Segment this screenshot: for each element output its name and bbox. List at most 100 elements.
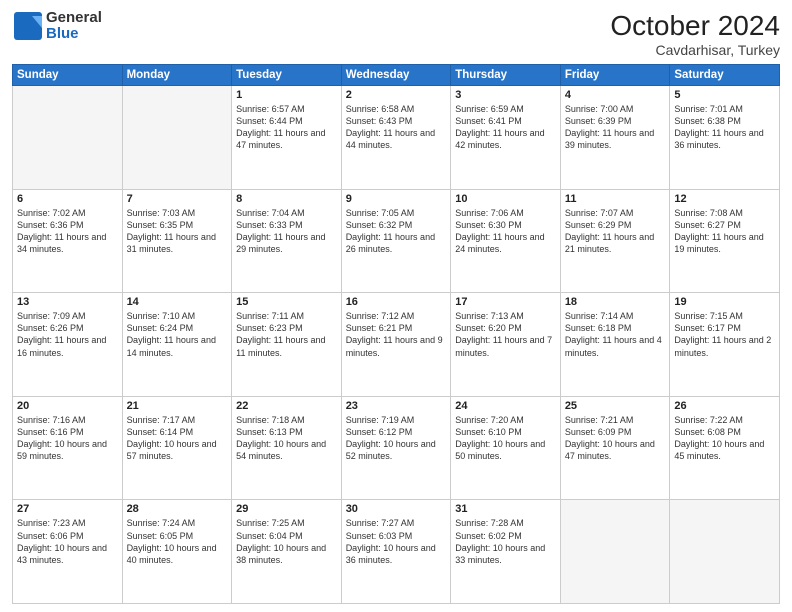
cell-text: Sunrise: 7:21 AMSunset: 6:09 PMDaylight:…: [565, 415, 655, 461]
logo-blue: Blue: [46, 26, 102, 42]
cell-text: Sunrise: 6:59 AMSunset: 6:41 PMDaylight:…: [455, 104, 544, 150]
day-number: 31: [455, 503, 556, 515]
day-number: 2: [346, 89, 447, 101]
cell-text: Sunrise: 7:11 AMSunset: 6:23 PMDaylight:…: [236, 311, 325, 357]
cell-text: Sunrise: 7:16 AMSunset: 6:16 PMDaylight:…: [17, 415, 107, 461]
table-row: 2 Sunrise: 6:58 AMSunset: 6:43 PMDaylight…: [341, 86, 451, 190]
table-row: 30 Sunrise: 7:27 AMSunset: 6:03 PMDayligh…: [341, 500, 451, 604]
table-row: 5Sunrise: 7:01 AMSunset: 6:38 PMDaylight…: [670, 86, 780, 190]
logo-icon: [12, 10, 44, 42]
day-number: 24: [455, 400, 556, 412]
header: General Blue October 2024 Cavdarhisar, T…: [12, 10, 780, 58]
header-wednesday: Wednesday: [341, 65, 451, 86]
table-row: 16 Sunrise: 7:12 AMSunset: 6:21 PMDayligh…: [341, 293, 451, 397]
cell-text: Sunrise: 6:57 AMSunset: 6:44 PMDaylight:…: [236, 104, 325, 150]
table-row: 19Sunrise: 7:15 AMSunset: 6:17 PMDayligh…: [670, 293, 780, 397]
calendar-week-row: 20 Sunrise: 7:16 AMSunset: 6:16 PMDayligh…: [13, 396, 780, 500]
header-sunday: Sunday: [13, 65, 123, 86]
main-container: General Blue October 2024 Cavdarhisar, T…: [0, 0, 792, 612]
title-block: October 2024 Cavdarhisar, Turkey: [610, 10, 780, 58]
day-number: 25: [565, 400, 666, 412]
table-row: 18 Sunrise: 7:14 AMSunset: 6:18 PMDayligh…: [560, 293, 670, 397]
cell-text: Sunrise: 7:18 AMSunset: 6:13 PMDaylight:…: [236, 415, 326, 461]
cell-text: Sunrise: 7:06 AMSunset: 6:30 PMDaylight:…: [455, 208, 544, 254]
cell-text: Sunrise: 7:04 AMSunset: 6:33 PMDaylight:…: [236, 208, 325, 254]
table-row: 28Sunrise: 7:24 AMSunset: 6:05 PMDayligh…: [122, 500, 232, 604]
cell-text: Sunrise: 7:07 AMSunset: 6:29 PMDaylight:…: [565, 208, 654, 254]
day-number: 3: [455, 89, 556, 101]
table-row: 20 Sunrise: 7:16 AMSunset: 6:16 PMDayligh…: [13, 396, 123, 500]
day-number: 8: [236, 193, 337, 205]
calendar-week-row: 27Sunrise: 7:23 AMSunset: 6:06 PMDayligh…: [13, 500, 780, 604]
table-row: 13Sunrise: 7:09 AMSunset: 6:26 PMDayligh…: [13, 293, 123, 397]
day-number: 6: [17, 193, 118, 205]
table-row: [13, 86, 123, 190]
header-friday: Friday: [560, 65, 670, 86]
table-row: 21Sunrise: 7:17 AMSunset: 6:14 PMDayligh…: [122, 396, 232, 500]
table-row: 17Sunrise: 7:13 AMSunset: 6:20 PMDayligh…: [451, 293, 561, 397]
location: Cavdarhisar, Turkey: [610, 42, 780, 58]
cell-text: Sunrise: 7:19 AMSunset: 6:12 PMDaylight:…: [346, 415, 436, 461]
day-number: 14: [127, 296, 228, 308]
day-number: 30: [346, 503, 447, 515]
cell-text: Sunrise: 7:25 AMSunset: 6:04 PMDaylight:…: [236, 518, 326, 564]
cell-text: Sunrise: 7:01 AMSunset: 6:38 PMDaylight:…: [674, 104, 763, 150]
day-number: 11: [565, 193, 666, 205]
table-row: 26Sunrise: 7:22 AMSunset: 6:08 PMDayligh…: [670, 396, 780, 500]
table-row: 25 Sunrise: 7:21 AMSunset: 6:09 PMDayligh…: [560, 396, 670, 500]
table-row: 22Sunrise: 7:18 AMSunset: 6:13 PMDayligh…: [232, 396, 342, 500]
table-row: 1Sunrise: 6:57 AMSunset: 6:44 PMDaylight…: [232, 86, 342, 190]
day-number: 15: [236, 296, 337, 308]
table-row: 9 Sunrise: 7:05 AMSunset: 6:32 PMDaylight…: [341, 189, 451, 293]
calendar-week-row: 1Sunrise: 6:57 AMSunset: 6:44 PMDaylight…: [13, 86, 780, 190]
cell-text: Sunrise: 7:27 AMSunset: 6:03 PMDaylight:…: [346, 518, 436, 564]
cell-text: Sunrise: 7:10 AMSunset: 6:24 PMDaylight:…: [127, 311, 216, 357]
table-row: 3 Sunrise: 6:59 AMSunset: 6:41 PMDaylight…: [451, 86, 561, 190]
cell-text: Sunrise: 7:24 AMSunset: 6:05 PMDaylight:…: [127, 518, 217, 564]
table-row: 12 Sunrise: 7:08 AMSunset: 6:27 PMDayligh…: [670, 189, 780, 293]
table-row: 8 Sunrise: 7:04 AMSunset: 6:33 PMDaylight…: [232, 189, 342, 293]
table-row: 4Sunrise: 7:00 AMSunset: 6:39 PMDaylight…: [560, 86, 670, 190]
day-number: 10: [455, 193, 556, 205]
logo: General Blue: [12, 10, 102, 42]
cell-text: Sunrise: 7:12 AMSunset: 6:21 PMDaylight:…: [346, 311, 443, 357]
table-row: 7Sunrise: 7:03 AMSunset: 6:35 PMDaylight…: [122, 189, 232, 293]
table-row: 23 Sunrise: 7:19 AMSunset: 6:12 PMDayligh…: [341, 396, 451, 500]
day-number: 23: [346, 400, 447, 412]
table-row: 24 Sunrise: 7:20 AMSunset: 6:10 PMDayligh…: [451, 396, 561, 500]
table-row: [670, 500, 780, 604]
header-saturday: Saturday: [670, 65, 780, 86]
table-row: 27Sunrise: 7:23 AMSunset: 6:06 PMDayligh…: [13, 500, 123, 604]
cell-text: Sunrise: 7:15 AMSunset: 6:17 PMDaylight:…: [674, 311, 771, 357]
day-number: 12: [674, 193, 775, 205]
cell-text: Sunrise: 7:05 AMSunset: 6:32 PMDaylight:…: [346, 208, 435, 254]
day-number: 21: [127, 400, 228, 412]
cell-text: Sunrise: 7:09 AMSunset: 6:26 PMDaylight:…: [17, 311, 106, 357]
header-monday: Monday: [122, 65, 232, 86]
cell-text: Sunrise: 7:14 AMSunset: 6:18 PMDaylight:…: [565, 311, 662, 357]
day-number: 7: [127, 193, 228, 205]
cell-text: Sunrise: 7:20 AMSunset: 6:10 PMDaylight:…: [455, 415, 545, 461]
cell-text: Sunrise: 7:13 AMSunset: 6:20 PMDaylight:…: [455, 311, 552, 357]
cell-text: Sunrise: 7:22 AMSunset: 6:08 PMDaylight:…: [674, 415, 764, 461]
table-row: 31 Sunrise: 7:28 AMSunset: 6:02 PMDayligh…: [451, 500, 561, 604]
cell-text: Sunrise: 7:28 AMSunset: 6:02 PMDaylight:…: [455, 518, 545, 564]
table-row: 29Sunrise: 7:25 AMSunset: 6:04 PMDayligh…: [232, 500, 342, 604]
cell-text: Sunrise: 7:08 AMSunset: 6:27 PMDaylight:…: [674, 208, 763, 254]
header-thursday: Thursday: [451, 65, 561, 86]
table-row: 6 Sunrise: 7:02 AMSunset: 6:36 PMDaylight…: [13, 189, 123, 293]
table-row: [560, 500, 670, 604]
day-number: 18: [565, 296, 666, 308]
table-row: [122, 86, 232, 190]
cell-text: Sunrise: 6:58 AMSunset: 6:43 PMDaylight:…: [346, 104, 435, 150]
table-row: 10 Sunrise: 7:06 AMSunset: 6:30 PMDayligh…: [451, 189, 561, 293]
day-number: 9: [346, 193, 447, 205]
header-tuesday: Tuesday: [232, 65, 342, 86]
cell-text: Sunrise: 7:02 AMSunset: 6:36 PMDaylight:…: [17, 208, 106, 254]
logo-general: General: [46, 10, 102, 26]
day-number: 16: [346, 296, 447, 308]
calendar-week-row: 13Sunrise: 7:09 AMSunset: 6:26 PMDayligh…: [13, 293, 780, 397]
table-row: 15 Sunrise: 7:11 AMSunset: 6:23 PMDayligh…: [232, 293, 342, 397]
day-number: 20: [17, 400, 118, 412]
cell-text: Sunrise: 7:23 AMSunset: 6:06 PMDaylight:…: [17, 518, 107, 564]
